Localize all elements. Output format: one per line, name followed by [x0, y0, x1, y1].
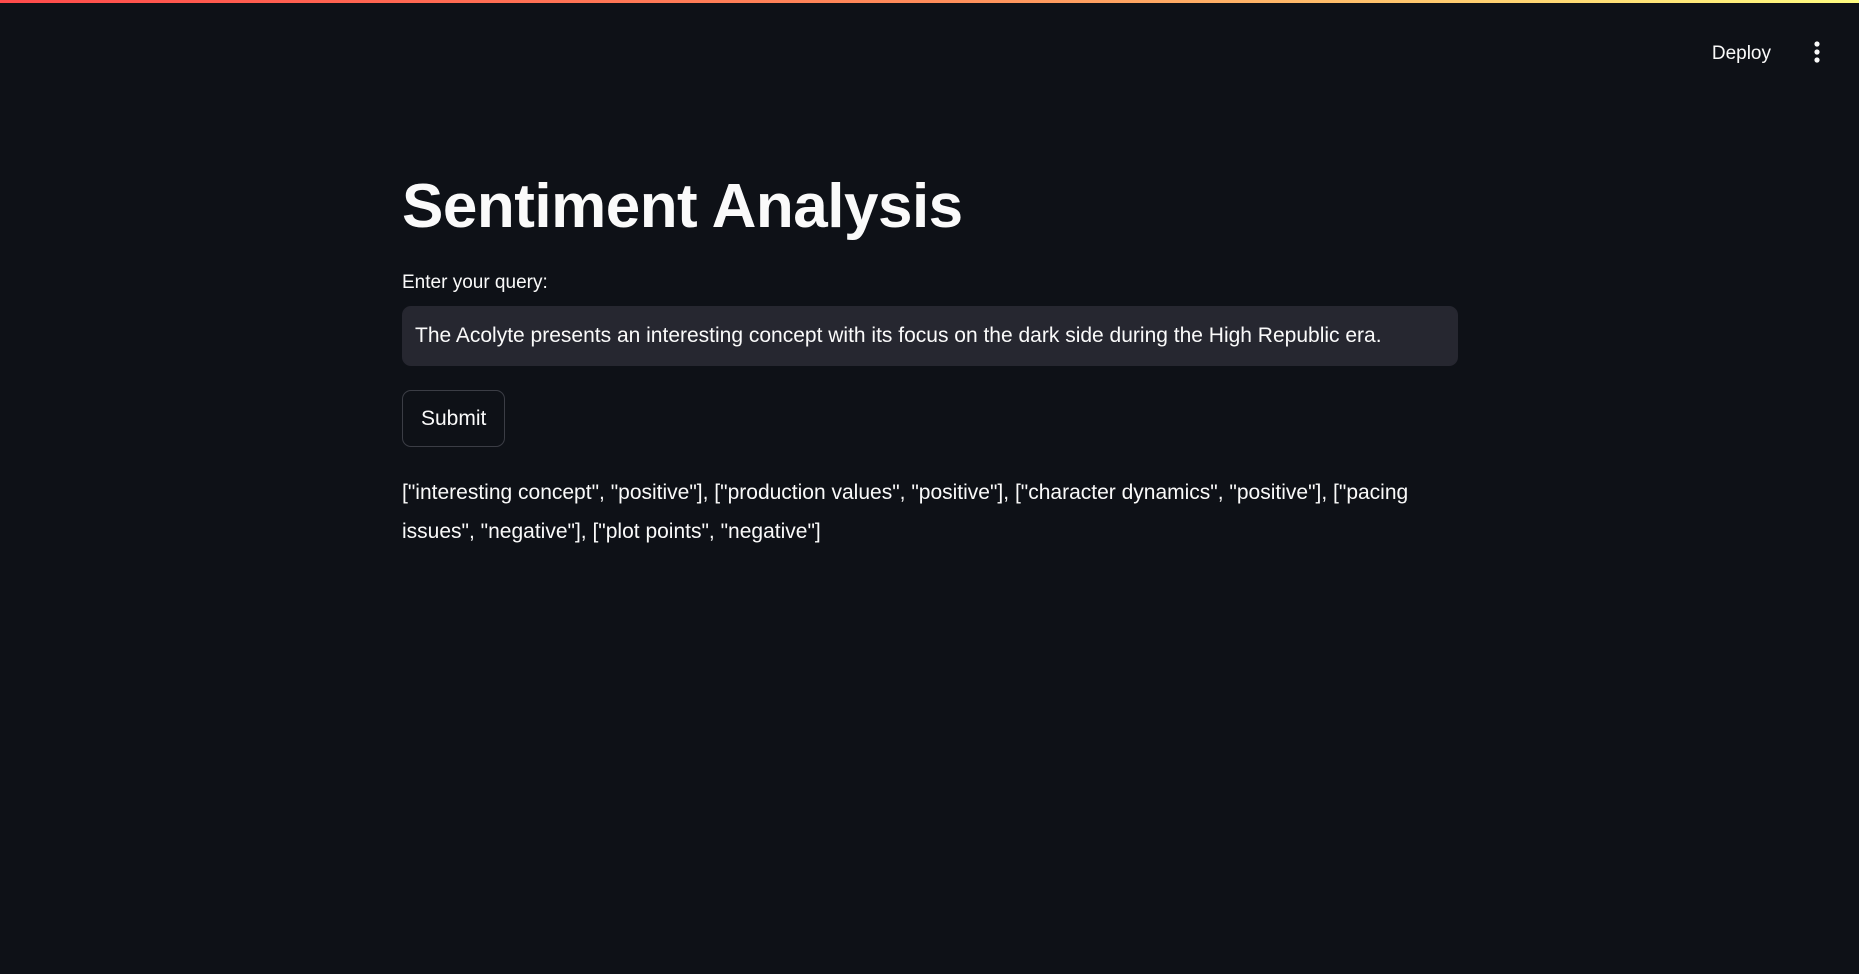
page-title: Sentiment Analysis [402, 172, 963, 241]
header-toolbar: Deploy [1706, 38, 1829, 70]
main-content: Sentiment Analysis Enter your query: Sub… [402, 170, 1458, 551]
deploy-button[interactable]: Deploy [1706, 39, 1777, 69]
query-input[interactable] [402, 306, 1458, 367]
top-decoration-bar [0, 0, 1859, 3]
submit-button[interactable]: Submit [402, 390, 506, 448]
result-text: ["interesting concept", "positive"], ["p… [402, 481, 1409, 544]
main-menu-button[interactable] [1805, 38, 1829, 70]
query-label: Enter your query: [402, 272, 548, 294]
vertical-ellipsis-icon [1814, 40, 1820, 68]
